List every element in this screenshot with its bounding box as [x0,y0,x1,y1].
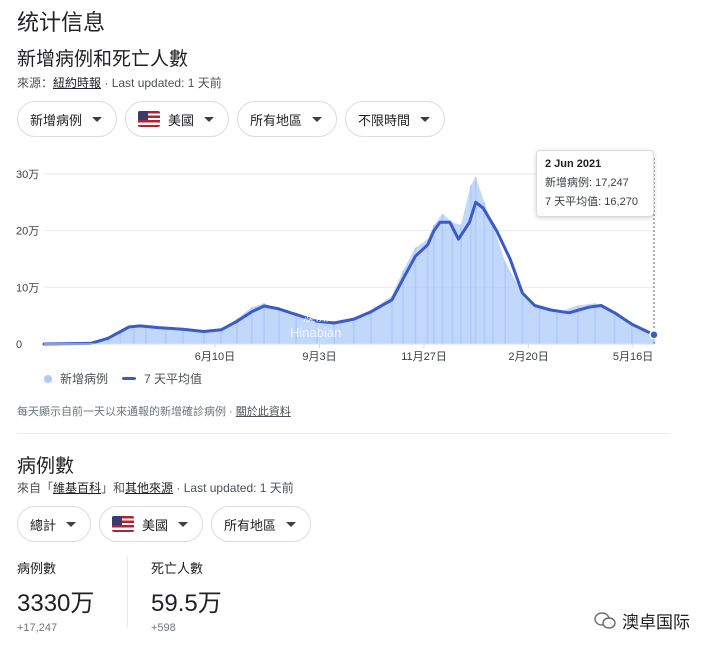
cases-bar [441,213,444,344]
cases-bar [391,295,393,344]
brand-name: 澳卓国际 [622,613,690,632]
total-country-dropdown-label: 美國 [142,517,169,533]
cases-bar [353,317,355,344]
chevron-down-icon [92,116,103,122]
cases-bar [414,247,417,344]
cases-bar [631,324,633,344]
cases-bar [504,261,506,344]
stat-delta: +598 [151,622,176,634]
y-tick-label: 10万 [16,282,39,294]
cases-bar [370,310,372,344]
tooltip-average: 7 天平均值: 16,270 [545,196,638,208]
us-flag-icon [138,111,161,127]
cases-source-line: 來源：紐約時報 · Last updated: 1 天前 [17,74,222,91]
total-region-dropdown-label: 所有地區 [224,517,277,533]
cases-bar [538,307,541,344]
tooltip-cases: 新增病例: 17,247 [545,177,629,189]
cases-bar [220,329,222,344]
x-tick-label: 6月10日 [195,351,235,363]
cases-bar [451,222,454,344]
watermark: 澳洲 Hinabian [290,309,342,340]
stat-label: 病例數 [17,561,57,576]
cases-bar [263,303,265,344]
y-tick-label: 30万 [16,169,39,181]
cases-section-title: 新增病例和死亡人數 [17,49,189,70]
chart-tooltip: 2 Jun 2021 新增病例: 17,247 7 天平均值: 16,270 [536,150,654,217]
metric-dropdown[interactable]: 新增病例 [17,101,118,137]
tooltip-date: 2 Jun 2021 [545,158,602,170]
cases-bar [521,293,524,344]
x-tick-label: 11月27日 [401,351,447,363]
country-dropdown-label: 美國 [168,112,195,128]
cases-bar [483,202,486,344]
cases-bar [433,225,435,344]
stat-delta: +17,247 [17,622,58,634]
cases-bar [145,325,147,344]
legend-cases-label: 新增病例 [60,372,109,386]
last-updated: · Last updated: 1 天前 [173,481,294,495]
x-tick-label: 9月3日 [302,351,336,363]
legend-average-label: 7 天平均值 [144,372,203,386]
total-metric-dropdown-label: 總計 [30,517,57,533]
chevron-down-icon [286,521,297,527]
stat-total-deaths: 死亡人數 59.5万 +598 [151,558,222,634]
chevron-down-icon [312,116,323,122]
chevron-down-icon [66,521,77,527]
stat-separator [127,556,128,628]
cases-bar [556,312,558,344]
totals-filter-chips: 總計 美國 所有地區 [17,506,312,542]
wechat-icon [594,611,616,629]
source-link-other[interactable]: 其他來源 [125,481,173,495]
metric-dropdown-label: 新增病例 [30,112,83,128]
total-region-dropdown[interactable]: 所有地區 [211,506,312,542]
brand-watermark: 澳卓国际 [594,608,690,633]
totals-section-title: 病例數 [17,456,75,477]
chevron-down-icon [178,521,189,527]
cases-bar [492,225,494,344]
cases-bar [613,312,616,344]
us-flag-icon [112,516,135,532]
source-link-nyt[interactable]: 紐約時報 [53,76,101,90]
cases-filter-chips: 新增病例 美國 所有地區 不限時間 [17,101,446,137]
cases-bar [470,185,472,344]
stat-value: 3330万 [17,590,95,617]
stat-label: 死亡人數 [151,561,204,576]
cases-bar [203,331,205,344]
cases-bar [278,308,280,344]
last-updated: · Last updated: 1 天前 [101,76,222,90]
region-dropdown[interactable]: 所有地區 [237,101,338,137]
page-title: 统计信息 [17,10,106,35]
cases-bar [426,239,429,344]
time-range-dropdown[interactable]: 不限時間 [345,101,446,137]
chevron-down-icon [204,116,215,122]
hover-point [649,330,659,340]
time-range-dropdown-label: 不限時間 [358,112,411,128]
about-data-link[interactable]: 關於此資料 [236,406,291,418]
country-dropdown[interactable]: 美國 [125,101,230,137]
totals-source-line: 來自「維基百科」和其他來源 · Last updated: 1 天前 [17,481,294,495]
legend-average-swatch [122,377,137,380]
legend-cases-swatch [44,374,52,383]
cases-bar [133,325,135,344]
chart-legend: 新增病例 7 天平均值 [44,370,202,387]
total-country-dropdown[interactable]: 美國 [99,506,204,542]
region-dropdown-label: 所有地區 [250,112,303,128]
y-tick-label: 0 [16,339,22,351]
section-divider [17,433,669,434]
source-prefix: 來源： [17,76,54,90]
x-tick-label: 2月20日 [508,351,548,363]
x-tick-label: 5月16日 [613,351,653,363]
y-tick-label: 20万 [16,226,39,238]
cases-bar [460,225,462,344]
total-metric-dropdown[interactable]: 總計 [17,506,92,542]
chevron-down-icon [420,116,431,122]
source-link-wikipedia[interactable]: 維基百科 [53,481,101,495]
stat-value: 59.5万 [151,590,222,617]
footnote-text: 每天顯示自前一天以來通報的新增確診病例 · [17,406,236,418]
cases-bar [182,329,184,344]
stat-total-cases: 病例數 3330万 +17,247 [17,558,94,634]
cases-bar [594,303,596,344]
cases-footnote: 每天顯示自前一天以來通報的新增確診病例 · 關於此資料 [17,403,291,419]
